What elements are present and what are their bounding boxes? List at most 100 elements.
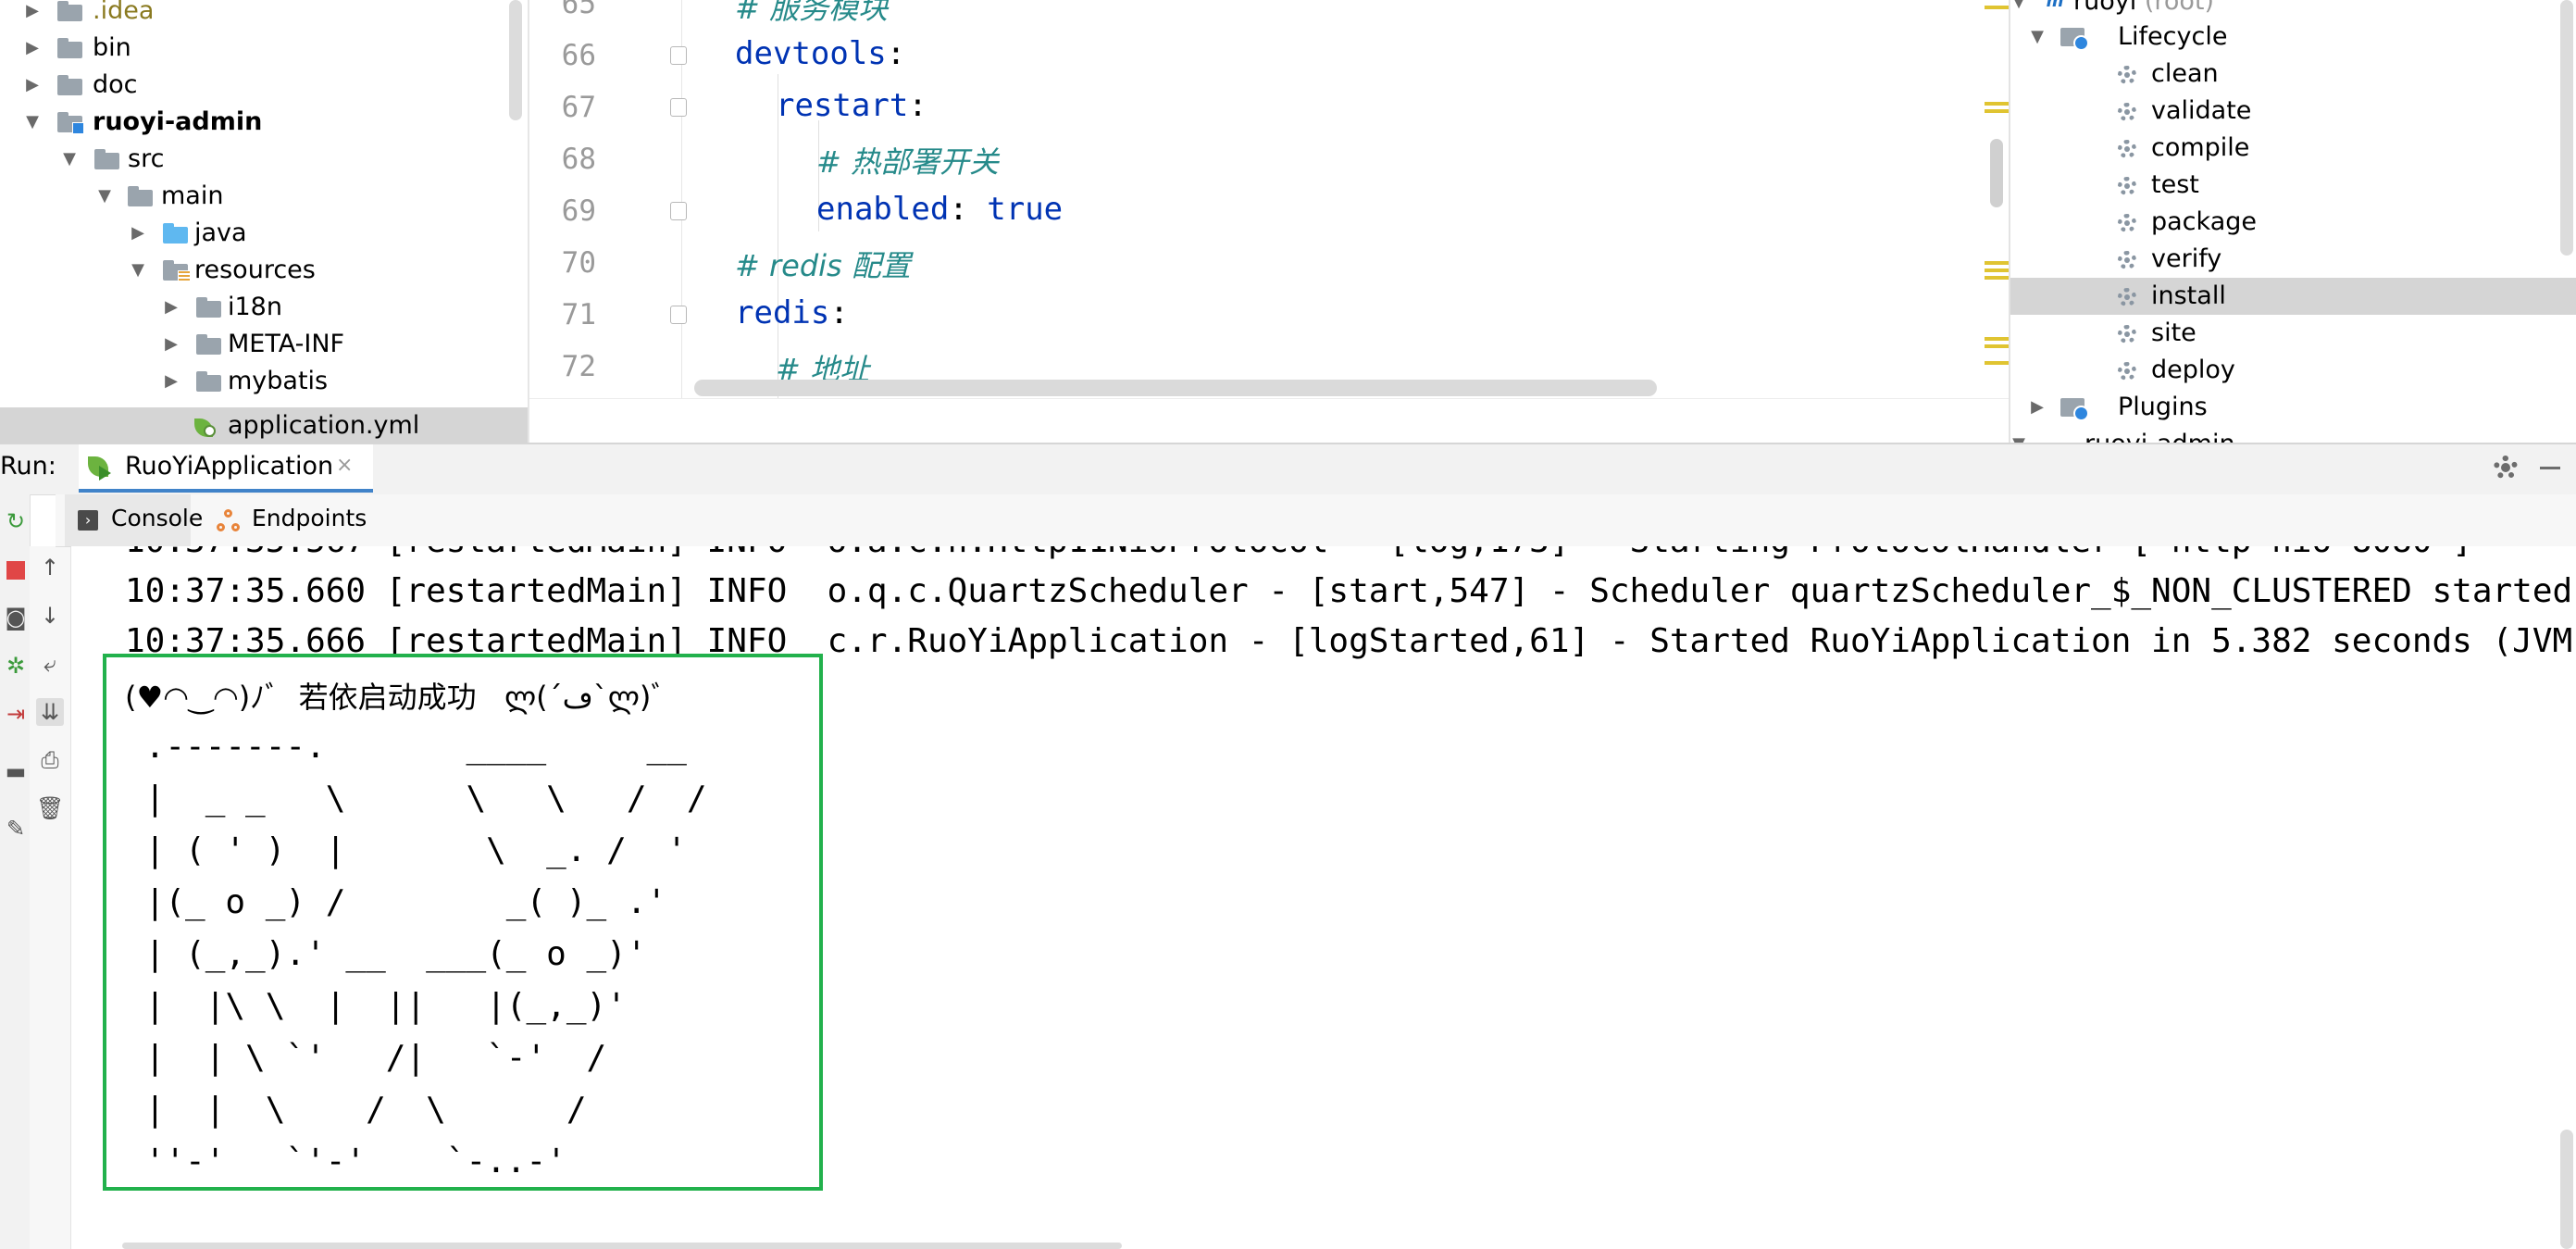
arrow-up-icon[interactable]: ↑ (36, 554, 64, 581)
error-stripe-marker[interactable] (1985, 337, 2009, 341)
scroll-to-end-icon[interactable]: ⇊ (36, 698, 64, 726)
console-vertical-scrollbar[interactable] (2560, 1130, 2573, 1249)
maven-goal-package[interactable]: package (2010, 204, 2576, 241)
code-line-67: restart: (776, 87, 927, 124)
collapsed-arrow-icon[interactable]: ▶ (159, 326, 183, 363)
maven-module-label: ruoyi-admin (2084, 426, 2235, 443)
gear-icon (2118, 325, 2136, 343)
maven-goal-site[interactable]: site (2010, 315, 2576, 352)
tree-item-doc[interactable]: ▶ doc (0, 67, 528, 104)
expanded-arrow-icon[interactable]: ▼ (93, 178, 117, 215)
error-stripe-marker[interactable] (1985, 6, 2009, 9)
line-number: 68 (561, 143, 596, 176)
tree-item-meta-inf[interactable]: ▶ META-INF (0, 326, 528, 363)
editor-vertical-scrollbar[interactable] (1990, 139, 2003, 207)
collapsed-arrow-icon[interactable]: ▶ (20, 67, 44, 104)
gear-icon[interactable] (2494, 456, 2518, 480)
close-icon[interactable]: × (336, 454, 353, 477)
expanded-arrow-icon[interactable]: ▼ (20, 104, 44, 141)
debug-restart-icon[interactable]: ✲ (2, 652, 30, 680)
rerun-icon[interactable]: ↻ (2, 507, 30, 535)
soft-wrap-icon[interactable]: ⤶ (36, 650, 64, 678)
ascii-art-line: .-------. ____ __ (125, 728, 687, 766)
minimize-icon[interactable] (2540, 467, 2560, 469)
run-config-tab[interactable]: RuoYiApplication × (79, 444, 373, 493)
expanded-arrow-icon[interactable]: ▼ (2025, 19, 2049, 56)
tree-item-resources[interactable]: ▼ resources (0, 252, 528, 289)
error-stripe-marker[interactable] (1985, 109, 2009, 113)
tree-item-idea[interactable]: ▶ .idea (0, 0, 528, 30)
gear-icon (2118, 140, 2136, 158)
tree-item-application-yml[interactable]: application.yml (0, 407, 528, 443)
tree-item-main[interactable]: ▼ main (0, 178, 528, 215)
maven-plugins[interactable]: ▶ Plugins (2010, 389, 2576, 426)
fold-marker-icon[interactable] (670, 202, 687, 220)
maven-panel-scrollbar[interactable] (2560, 0, 2573, 256)
expanded-arrow-icon[interactable]: ▼ (57, 141, 81, 178)
console-horizontal-scrollbar[interactable] (122, 1243, 1122, 1249)
error-stripe-marker[interactable] (1985, 361, 2009, 365)
collapsed-arrow-icon[interactable]: ▶ (159, 289, 183, 326)
layout-icon[interactable]: ▬ (2, 757, 30, 785)
print-icon[interactable]: ⎙ (36, 746, 64, 774)
trash-icon[interactable]: 🗑 (36, 794, 64, 822)
tree-item-src[interactable]: ▼ src (0, 141, 528, 178)
error-stripe-marker[interactable] (1985, 261, 2009, 265)
code-line-71: redis: (735, 294, 849, 331)
fold-marker-icon[interactable] (670, 98, 687, 117)
pin-icon[interactable]: ✎ (2, 815, 30, 843)
error-stripe-marker[interactable] (1985, 102, 2009, 106)
maven-goal-clean[interactable]: clean (2010, 56, 2576, 93)
tree-item-i18n[interactable]: ▶ i18n (0, 289, 528, 326)
tree-item-ruoyi-admin[interactable]: ▼ ruoyi-admin (0, 104, 528, 141)
collapsed-arrow-icon[interactable]: ▶ (20, 30, 44, 67)
gear-icon (2118, 288, 2136, 306)
project-tree-scrollbar[interactable] (509, 0, 522, 120)
gear-icon (2118, 251, 2136, 269)
maven-goal-verify[interactable]: verify (2010, 241, 2576, 278)
yaml-key: restart (776, 87, 909, 124)
maven-goal-test[interactable]: test (2010, 167, 2576, 204)
maven-lifecycle[interactable]: ▼ Lifecycle (2010, 19, 2576, 56)
expanded-arrow-icon[interactable]: ▼ (2010, 0, 2031, 20)
tab-console[interactable]: › Console (65, 494, 203, 546)
editor-bottom-area (529, 398, 2009, 443)
collapsed-arrow-icon[interactable]: ▶ (159, 363, 183, 400)
tree-item-java[interactable]: ▶ java (0, 215, 528, 252)
collapsed-arrow-icon[interactable]: ▶ (20, 0, 44, 30)
ascii-art-line: | ( ' ) | \ _. / ' (125, 831, 687, 869)
folder-icon (57, 1, 82, 21)
maven-goal-compile[interactable]: compile (2010, 130, 2576, 167)
stop-icon[interactable] (2, 556, 30, 583)
camera-icon[interactable]: ◙ (2, 604, 30, 631)
maven-module-ruoyi-admin[interactable]: ▼ ruoyi-admin (2010, 426, 2576, 443)
line-number: 66 (561, 39, 596, 72)
gear-icon (2118, 103, 2136, 121)
exit-icon[interactable]: ⇥ (2, 700, 30, 728)
maven-goal-validate[interactable]: validate (2010, 93, 2576, 130)
editor-horizontal-scrollbar[interactable] (694, 380, 1657, 396)
expanded-arrow-icon[interactable]: ▼ (126, 252, 150, 289)
tree-item-label: i18n (228, 293, 282, 321)
maven-goal-deploy[interactable]: deploy (2010, 352, 2576, 389)
arrow-down-icon[interactable]: ↓ (36, 602, 64, 630)
folder-icon (196, 334, 221, 355)
tab-endpoints[interactable]: Endpoints (207, 494, 367, 546)
fold-marker-icon[interactable] (670, 306, 687, 324)
gear-icon (2118, 214, 2136, 232)
collapsed-arrow-icon[interactable]: ▶ (2025, 389, 2049, 426)
error-stripe-marker[interactable] (1985, 276, 2009, 280)
error-stripe-marker[interactable] (1985, 269, 2009, 272)
maven-goal-label: clean (2151, 59, 2219, 88)
maven-root-project[interactable]: ▼ m ruoyi (root) (2010, 0, 2576, 20)
project-tree: ▶ .idea ▶ bin ▶ doc ▼ ruoyi-admin ▼ src … (0, 0, 528, 443)
maven-goal-install[interactable]: install (2010, 278, 2576, 315)
tree-item-bin[interactable]: ▶ bin (0, 30, 528, 67)
error-stripe-marker[interactable] (1985, 344, 2009, 348)
tab-console-label: Console (111, 505, 204, 531)
expanded-arrow-icon[interactable]: ▼ (2010, 426, 2031, 443)
collapsed-arrow-icon[interactable]: ▶ (126, 215, 150, 252)
fold-marker-icon[interactable] (670, 46, 687, 65)
tree-item-mybatis[interactable]: ▶ mybatis (0, 363, 528, 400)
code-editor[interactable]: 65 66 67 68 69 70 71 72 # 服务模块 devtools:… (529, 0, 2009, 398)
